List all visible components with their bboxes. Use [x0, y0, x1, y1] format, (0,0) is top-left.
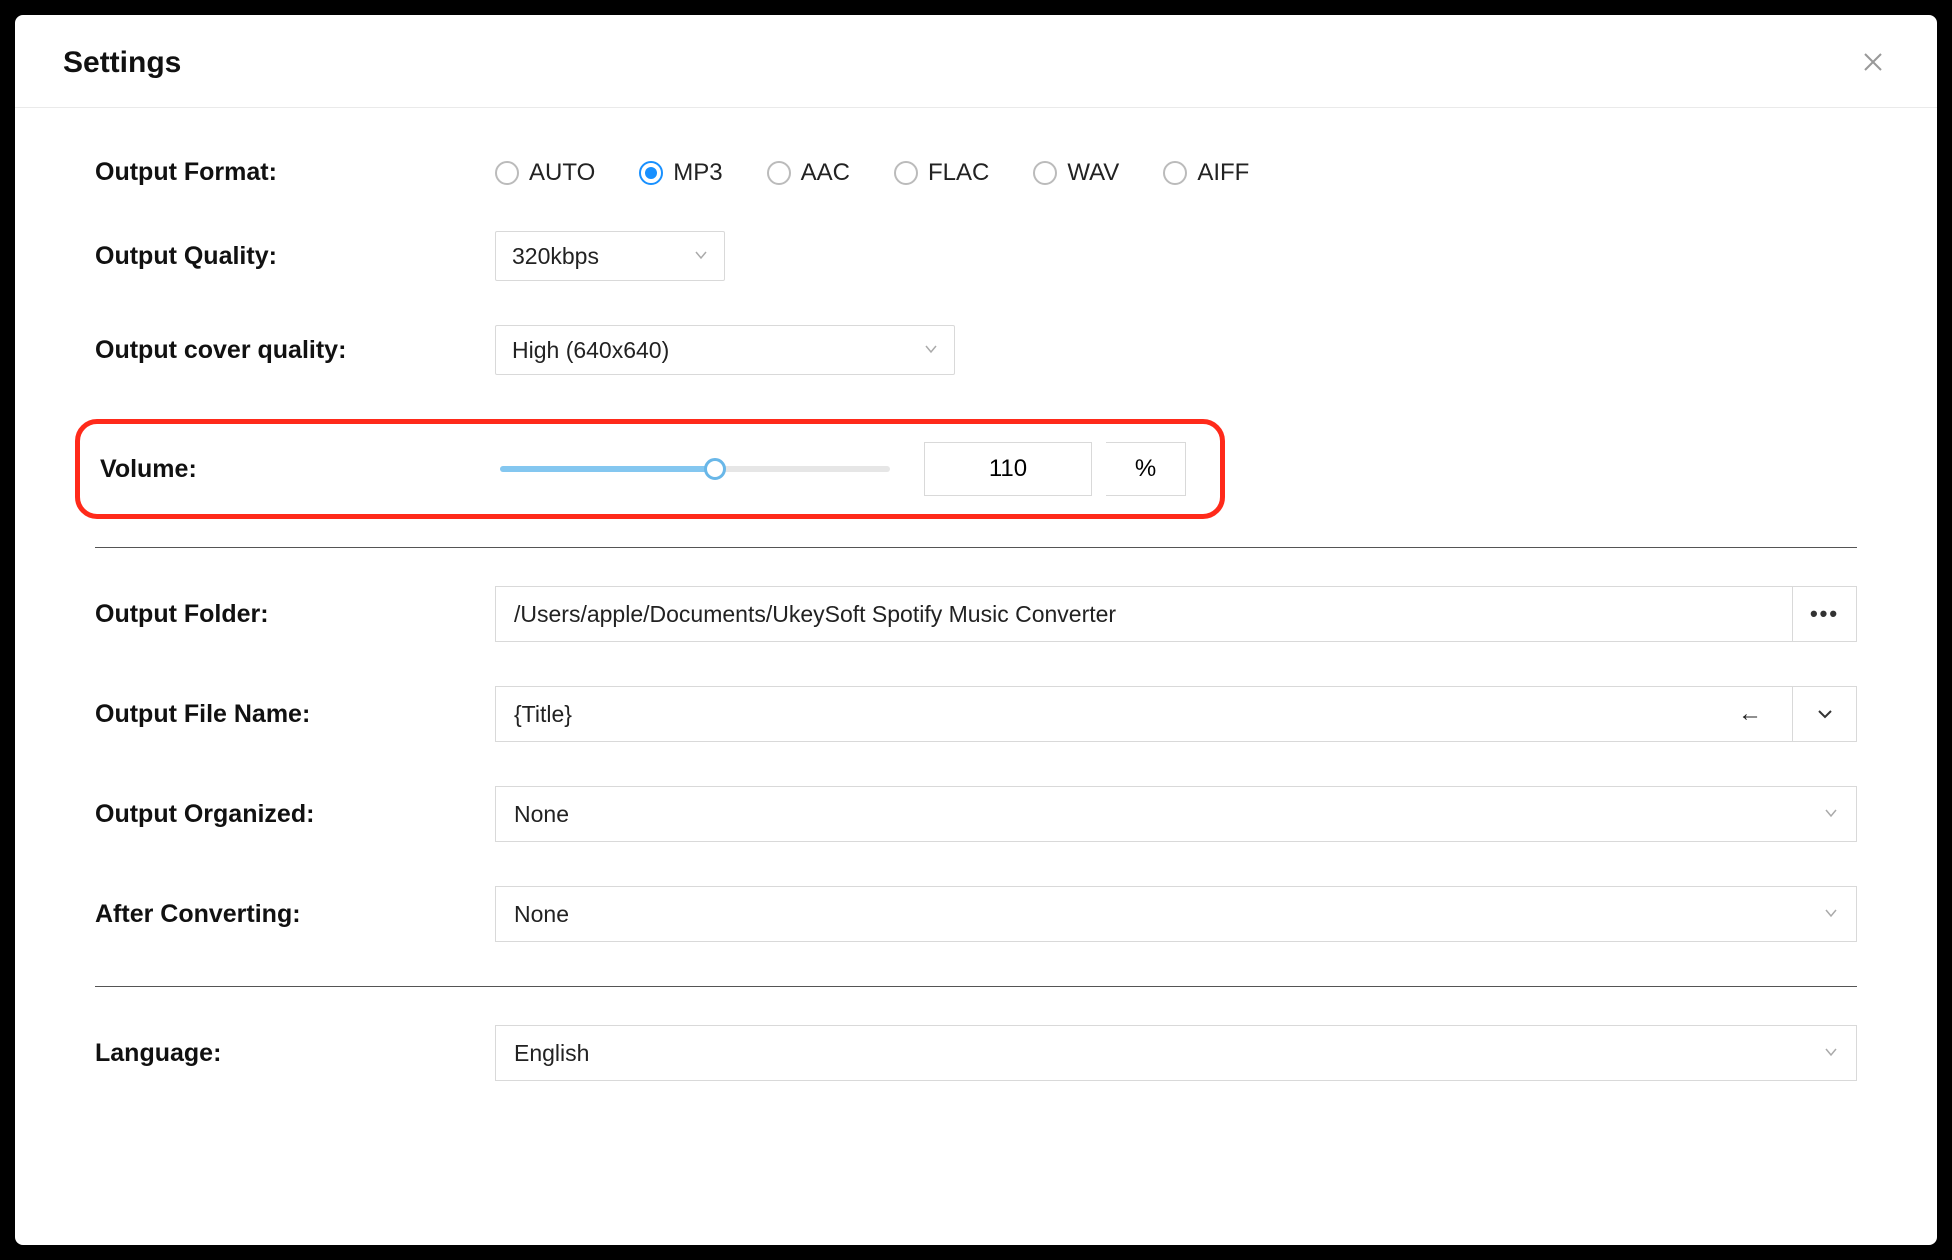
label-output-folder: Output Folder: — [95, 600, 495, 629]
radio-icon — [495, 161, 519, 185]
row-output-quality: Output Quality: 320kbps — [95, 231, 1857, 281]
radio-wav[interactable]: WAV — [1033, 159, 1119, 187]
dialog-title: Settings — [63, 46, 181, 80]
slider-fill — [500, 466, 715, 472]
radio-auto[interactable]: AUTO — [495, 159, 595, 187]
row-output-folder: Output Folder: ••• — [95, 586, 1857, 642]
radio-label: AIFF — [1197, 159, 1249, 187]
chevron-down-icon — [924, 341, 938, 359]
output-filename-input[interactable]: {Title} ← — [495, 686, 1793, 742]
chevron-down-icon — [1824, 1044, 1838, 1062]
radio-mp3[interactable]: MP3 — [639, 159, 722, 187]
row-after-converting: After Converting: None — [95, 886, 1857, 942]
row-output-organized: Output Organized: None — [95, 786, 1857, 842]
radio-label: AAC — [801, 159, 850, 187]
section-divider — [95, 547, 1857, 548]
radio-icon — [1163, 161, 1187, 185]
output-format-radiogroup: AUTO MP3 AAC FLAC WAV AIFF — [495, 159, 1857, 187]
radio-label: AUTO — [529, 159, 595, 187]
close-button[interactable] — [1857, 43, 1889, 83]
radio-icon — [767, 161, 791, 185]
cover-quality-value: High (640x640) — [512, 337, 669, 364]
radio-label: MP3 — [673, 159, 722, 187]
label-output-organized: Output Organized: — [95, 800, 495, 829]
after-converting-value: None — [514, 901, 569, 928]
label-after-converting: After Converting: — [95, 900, 495, 929]
label-output-filename: Output File Name: — [95, 700, 495, 729]
radio-label: FLAC — [928, 159, 989, 187]
output-organized-select[interactable]: None — [495, 786, 1857, 842]
radio-aiff[interactable]: AIFF — [1163, 159, 1249, 187]
output-organized-value: None — [514, 801, 569, 828]
label-volume: Volume: — [100, 455, 500, 484]
browse-folder-button[interactable]: ••• — [1793, 586, 1857, 642]
filename-options-button[interactable] — [1793, 686, 1857, 742]
arrow-left-icon: ← — [1738, 700, 1762, 728]
row-language: Language: English — [95, 1025, 1857, 1081]
output-folder-input[interactable] — [495, 586, 1793, 642]
dialog-content: Output Format: AUTO MP3 AAC FLAC WAV AIFF Out… — [15, 108, 1937, 1121]
radio-label: WAV — [1067, 159, 1119, 187]
cover-quality-select[interactable]: High (640x640) — [495, 325, 955, 375]
label-output-quality: Output Quality: — [95, 242, 495, 271]
output-filename-value: {Title} — [514, 701, 572, 728]
settings-dialog: Settings Output Format: AUTO MP3 AAC FLAC WA… — [15, 15, 1937, 1245]
volume-unit: % — [1106, 442, 1186, 496]
radio-flac[interactable]: FLAC — [894, 159, 989, 187]
output-quality-select[interactable]: 320kbps — [495, 231, 725, 281]
label-cover-quality: Output cover quality: — [95, 336, 495, 365]
row-cover-quality: Output cover quality: High (640x640) — [95, 325, 1857, 375]
row-output-filename: Output File Name: {Title} ← — [95, 686, 1857, 742]
after-converting-select[interactable]: None — [495, 886, 1857, 942]
volume-control: % — [500, 442, 1186, 496]
label-output-format: Output Format: — [95, 158, 495, 187]
label-language: Language: — [95, 1039, 495, 1068]
volume-highlight: Volume: % — [75, 419, 1225, 519]
row-output-format: Output Format: AUTO MP3 AAC FLAC WAV AIFF — [95, 158, 1857, 187]
radio-icon — [894, 161, 918, 185]
dialog-header: Settings — [15, 15, 1937, 108]
volume-input[interactable] — [924, 442, 1092, 496]
language-select[interactable]: English — [495, 1025, 1857, 1081]
chevron-down-icon — [1817, 708, 1833, 720]
chevron-down-icon — [1824, 905, 1838, 923]
ellipsis-icon: ••• — [1810, 601, 1839, 627]
volume-slider[interactable] — [500, 466, 890, 472]
slider-thumb[interactable] — [704, 458, 726, 480]
language-value: English — [514, 1040, 589, 1067]
output-quality-value: 320kbps — [512, 243, 599, 270]
radio-icon — [639, 161, 663, 185]
radio-icon — [1033, 161, 1057, 185]
chevron-down-icon — [694, 247, 708, 265]
radio-aac[interactable]: AAC — [767, 159, 850, 187]
close-icon — [1861, 50, 1885, 74]
section-divider — [95, 986, 1857, 987]
chevron-down-icon — [1824, 805, 1838, 823]
